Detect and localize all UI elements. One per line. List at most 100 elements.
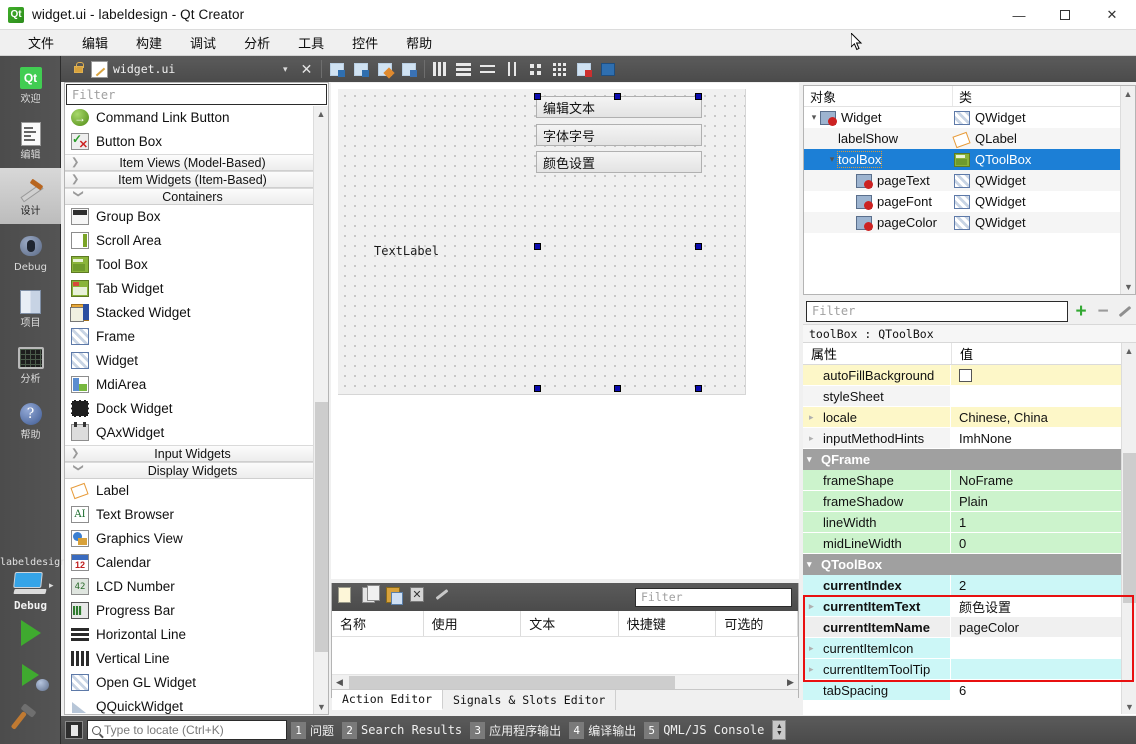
property-group-QFrame[interactable]: ▾ QFrame [803, 449, 1136, 470]
property-rows[interactable]: autoFillBackground styleSheet ▸ locale Chine… [803, 365, 1136, 701]
chevron-down-icon[interactable]: ▾ [283, 64, 288, 75]
open-file-name[interactable]: widget.ui [113, 62, 283, 76]
mode-projects[interactable]: 项目 [0, 280, 61, 336]
menu-help[interactable]: 帮助 [392, 30, 446, 55]
widget-item-group-box[interactable]: Group Box [65, 205, 328, 229]
property-row-autoFillBackground[interactable]: autoFillBackground [803, 365, 1136, 386]
object-tree-row-labelShow[interactable]: labelShow QLabel [804, 128, 1135, 149]
chevron-down-icon[interactable]: ▼ [1122, 699, 1136, 714]
object-tree-rows[interactable]: ▾ Widget QWidget labelShow QLabel ▾ toolBox QTo… [804, 107, 1135, 233]
widget-box-list[interactable]: Command Link Button Button Box ❯ Item Views… [65, 106, 328, 714]
chevron-right-icon[interactable]: ▸ [809, 433, 823, 444]
menu-debug[interactable]: 调试 [176, 30, 230, 55]
selection-handle-bottom-right[interactable] [695, 385, 702, 392]
property-value[interactable]: pageColor [959, 620, 1019, 635]
layout-splitter-v-icon[interactable] [501, 58, 523, 80]
widget-item-qaxwidget[interactable]: QAxWidget [65, 421, 328, 445]
property-row-midLineWidth[interactable]: midLineWidth 0 [803, 533, 1136, 554]
property-row-lineWidth[interactable]: lineWidth 1 [803, 512, 1136, 533]
object-tree-row-pageText[interactable]: pageText QWidget [804, 170, 1135, 191]
widget-category-display-widgets[interactable]: ❯ Display Widgets [65, 462, 328, 479]
kit-selector-button[interactable]: ▸ [12, 572, 54, 596]
tab-action-editor[interactable]: Action Editor [332, 690, 444, 710]
build-button[interactable] [0, 696, 61, 738]
close-document-button[interactable]: ✕ [296, 61, 318, 78]
lock-icon[interactable] [69, 60, 87, 78]
form-editor-canvas[interactable]: 编辑文本 字体字号 颜色设置 TextLabel [331, 83, 799, 579]
widget-category-input-widgets[interactable]: ❯ Input Widgets [65, 445, 328, 462]
menu-file[interactable]: 文件 [14, 30, 68, 55]
toolbox-page-tab-pageFont[interactable]: 字体字号 [536, 124, 702, 146]
property-checkbox[interactable] [959, 368, 972, 382]
output-pane-3[interactable]: 3 应用程序输出 [470, 721, 561, 739]
mode-help[interactable]: ? 帮助 [0, 392, 61, 448]
output-pane-1[interactable]: 1 问题 [291, 721, 334, 739]
widget-item-frame[interactable]: Frame [65, 325, 328, 349]
chevron-up-icon[interactable]: ▲ [314, 106, 328, 121]
menu-build[interactable]: 构建 [122, 30, 176, 55]
output-pane-5[interactable]: 5 QML/JS Console [644, 721, 764, 739]
object-tree-row-pageFont[interactable]: pageFont QWidget [804, 191, 1135, 212]
property-value[interactable]: Plain [959, 494, 988, 509]
scrollbar-thumb[interactable] [315, 402, 328, 652]
action-column-header[interactable]: 名称 [332, 611, 424, 636]
selection-handle-bottom-left[interactable] [534, 385, 541, 392]
action-horizontal-scrollbar[interactable]: ◀ ▶ [332, 674, 798, 689]
mode-analyze[interactable]: 分析 [0, 336, 61, 392]
selection-handle-top-right[interactable] [695, 93, 702, 100]
widget-item-calendar[interactable]: Calendar [65, 551, 328, 575]
property-row-currentItemText[interactable]: ▸ currentItemText 颜色设置 [803, 596, 1136, 617]
adjust-size-icon[interactable] [597, 58, 619, 80]
layout-splitter-h-icon[interactable] [477, 58, 499, 80]
chevron-down-icon[interactable]: ▼ [1121, 279, 1136, 294]
chevron-down-icon[interactable]: ▾ [807, 559, 821, 570]
object-tree-row-pageColor[interactable]: pageColor QWidget [804, 212, 1135, 233]
object-tree-scrollbar[interactable]: ▲ ▼ [1120, 86, 1135, 294]
property-value[interactable]: 0 [959, 536, 966, 551]
widget-item-mdiarea[interactable]: MdiArea [65, 373, 328, 397]
menu-tools[interactable]: 工具 [284, 30, 338, 55]
chevron-right-icon[interactable]: ▸ [809, 664, 823, 675]
layout-horizontal-icon[interactable] [429, 58, 451, 80]
layout-vertical-icon[interactable] [453, 58, 475, 80]
widget-item-dock-widget[interactable]: Dock Widget [65, 397, 328, 421]
break-layout-icon[interactable] [573, 58, 595, 80]
widget-item-horizontal-line[interactable]: Horizontal Line [65, 623, 328, 647]
edit-tab-order-icon[interactable] [398, 58, 420, 80]
widget-category-containers[interactable]: ❯ Containers [65, 188, 328, 205]
paste-action-icon[interactable] [386, 587, 406, 607]
property-row-styleSheet[interactable]: styleSheet [803, 386, 1136, 407]
property-row-locale[interactable]: ▸ locale Chinese, China [803, 407, 1136, 428]
selection-handle-top-left[interactable] [534, 93, 541, 100]
widget-item-vertical-line[interactable]: Vertical Line [65, 647, 328, 671]
configure-icon[interactable] [434, 587, 454, 607]
property-value[interactable]: 颜色设置 [959, 597, 1011, 616]
tab-signals-slots-editor[interactable]: Signals & Slots Editor [443, 690, 617, 710]
widget-item-open-gl-widget[interactable]: Open GL Widget [65, 671, 328, 695]
selection-handle-middle-left[interactable] [534, 243, 541, 250]
chevron-up-icon[interactable]: ▲ [1121, 86, 1135, 101]
layout-grid-icon[interactable] [549, 58, 571, 80]
menu-widgets[interactable]: 控件 [338, 30, 392, 55]
property-row-frameShape[interactable]: frameShape NoFrame [803, 470, 1136, 491]
menu-edit[interactable]: 编辑 [68, 30, 122, 55]
property-value[interactable]: 1 [959, 515, 966, 530]
widget-item-tool-box[interactable]: Tool Box [65, 253, 328, 277]
property-value[interactable]: 6 [959, 683, 966, 698]
property-filter-input[interactable]: Filter [806, 300, 1068, 322]
widget-box-scrollbar[interactable]: ▲ ▼ [313, 106, 328, 714]
output-pane-4[interactable]: 4 编译输出 [569, 721, 636, 739]
property-row-currentItemName[interactable]: currentItemName pageColor [803, 617, 1136, 638]
widget-item-progress-bar[interactable]: Progress Bar [65, 599, 328, 623]
widget-box-filter-input[interactable]: Filter [66, 84, 327, 105]
widget-item-command-link-button[interactable]: Command Link Button [65, 106, 328, 130]
design-label-labelShow[interactable]: TextLabel [374, 244, 439, 258]
chevron-right-icon[interactable]: ▶ [783, 677, 798, 688]
action-column-header[interactable]: 文本 [521, 611, 619, 636]
widget-item-lcd-number[interactable]: LCD Number [65, 575, 328, 599]
action-column-header[interactable]: 使用 [424, 611, 522, 636]
property-value[interactable]: Chinese, China [959, 410, 1048, 425]
layout-form-icon[interactable] [525, 58, 547, 80]
widget-item-widget[interactable]: Widget [65, 349, 328, 373]
chevron-down-icon[interactable]: ▼ [314, 699, 329, 714]
